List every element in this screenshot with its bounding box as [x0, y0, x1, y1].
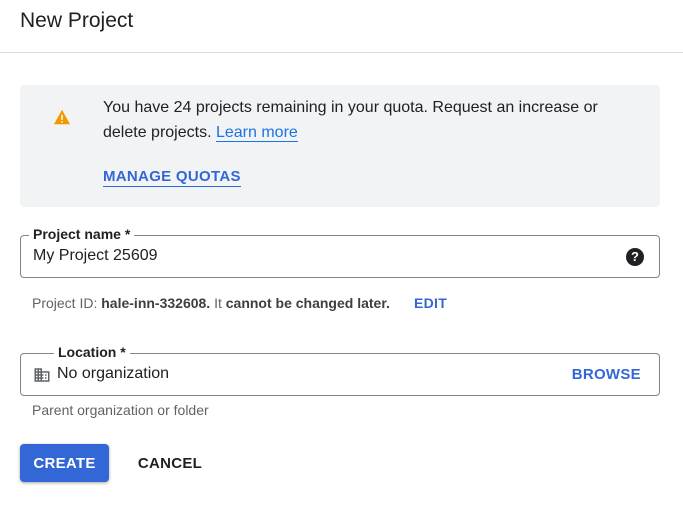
location-value: No organization [57, 365, 170, 382]
page-header: New Project [0, 0, 683, 53]
location-helper: Parent organization or folder [32, 402, 209, 418]
project-name-input[interactable]: My Project 25609 [33, 246, 158, 266]
browse-button[interactable]: BROWSE [572, 365, 641, 385]
project-id-middle: It [210, 295, 226, 311]
learn-more-link[interactable]: Learn more [215, 124, 298, 142]
quota-message-text: You have 24 projects remaining in your q… [103, 99, 598, 141]
page-title: New Project [20, 9, 134, 32]
warning-icon [54, 109, 70, 125]
quota-notice: You have 24 projects remaining in your q… [20, 85, 660, 207]
manage-quotas-link[interactable]: MANAGE QUOTAS [103, 167, 241, 187]
project-id-warning: cannot be changed later. [225, 295, 390, 311]
project-id-prefix: Project ID: [32, 295, 102, 311]
quota-message: You have 24 projects remaining in your q… [103, 95, 643, 145]
cancel-button[interactable]: CANCEL [125, 444, 215, 482]
building-icon [34, 368, 50, 382]
project-name-label: Project name * [29, 224, 135, 244]
create-button[interactable]: CREATE [20, 444, 109, 482]
location-field[interactable]: Location * No organization BROWSE [20, 342, 660, 396]
project-id-helper: Project ID: hale-inn-332608. It cannot b… [32, 294, 390, 312]
project-name-field[interactable]: Project name * My Project 25609 ? [20, 224, 660, 278]
project-id-value: hale-inn-332608. [101, 295, 211, 311]
location-label: Location * [54, 342, 130, 362]
help-icon[interactable]: ? [626, 248, 644, 266]
edit-project-id-button[interactable]: EDIT [414, 294, 447, 312]
